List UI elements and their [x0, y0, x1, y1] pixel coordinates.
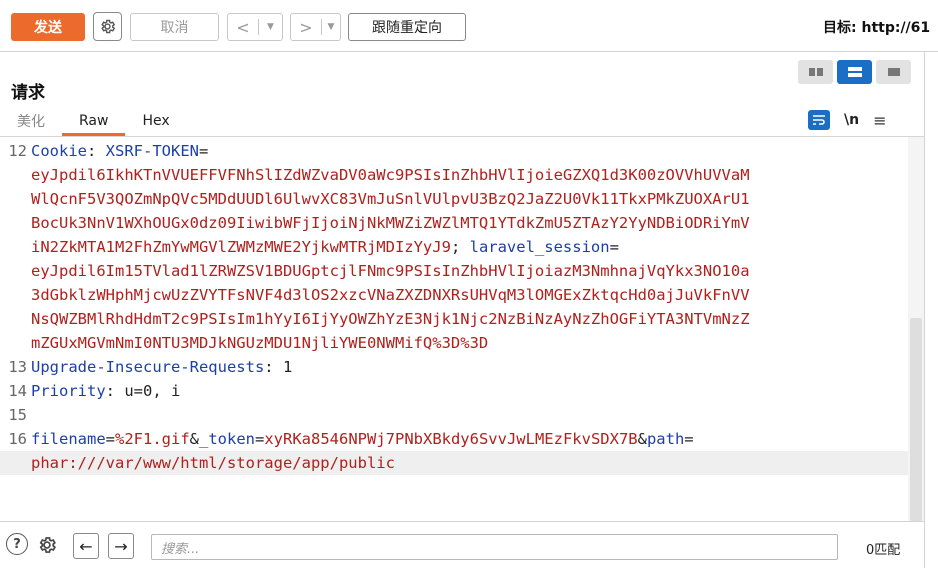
editor-text: = — [684, 430, 694, 448]
http-value: %2F1.gif — [115, 430, 190, 448]
editor-line: 14 Priority: u=0, i — [0, 379, 908, 403]
editor-text: = — [609, 238, 619, 256]
editor-line: 3dGbklzWHphMjcwUzZVYTFsNVF4d3lOS2xzcVNaZ… — [0, 283, 908, 307]
editor-line: iN2ZkMTA1M2FhZmYwMGVlZWMzMWE2YjkwMTRjMDI… — [0, 235, 908, 259]
http-key: _token — [199, 430, 255, 448]
editor-text: & — [637, 430, 647, 448]
http-key: XSRF-TOKEN — [105, 142, 199, 160]
layout-tabs-button[interactable] — [876, 60, 911, 84]
tab-raw[interactable]: Raw — [62, 108, 126, 136]
single-pane-icon — [887, 68, 900, 76]
help-button[interactable]: ? — [6, 533, 28, 555]
http-key: path — [646, 430, 685, 448]
layout-side-by-side-button[interactable] — [798, 60, 833, 84]
editor-line: mZGUxMGVmNmI0NTU3MDJkNGUzMDU1NjliYWE0NWM… — [0, 331, 908, 355]
editor-text: & — [189, 430, 199, 448]
editor-text: = — [199, 142, 209, 160]
gear-icon — [101, 19, 116, 34]
editor-line: NsQWZBMlRhdHdmT2c9PSIsIm1hYyI6IjYyOWZhYz… — [0, 307, 908, 331]
editor-line: BocUk3NnV1WXhOUGx0dz09IiwibWFjIjoiNjNkMW… — [0, 211, 908, 235]
editor-line: 12 Cookie: XSRF-TOKEN= — [0, 139, 908, 163]
editor-text: = — [255, 430, 265, 448]
http-value: eyJpdil6Im15TVlad1lZRWZSV1BDUGptcjlFNmc9… — [31, 262, 750, 280]
http-key: Cookie — [31, 142, 87, 160]
line-number: 16 — [8, 430, 27, 448]
line-number: 14 — [8, 382, 27, 400]
editor-line: WlQcnF5V3QOZmNpQVc5MDdUUDl6UlwvXC83VmJuS… — [0, 187, 908, 211]
word-wrap-toggle[interactable] — [808, 110, 830, 130]
layout-stacked-button[interactable] — [837, 60, 872, 84]
http-key: filename — [31, 430, 106, 448]
history-forward-button[interactable]: > — [291, 14, 321, 40]
history-back-group: < ▼ — [227, 13, 283, 41]
wrap-lines-icon — [813, 115, 825, 125]
http-key: Priority — [31, 382, 106, 400]
follow-redirect-button[interactable]: 跟随重定向 — [348, 13, 466, 41]
http-value: xyRKa8546NPWj7PNbXBkdy6SvvJwLMEzFkvSDX7B — [264, 430, 638, 448]
vertical-scrollbar-thumb[interactable] — [910, 318, 922, 521]
show-newlines-toggle[interactable]: \n — [844, 112, 859, 128]
http-value: iN2ZkMTA1M2FhZmYwMGVlZWMzMWE2YjkwMTRjMDI… — [31, 238, 451, 256]
editor-line: 16 filename=%2F1.gif&_token=xyRKa8546NPWj… — [0, 427, 908, 451]
editor-menu-button[interactable]: ≡ — [873, 111, 886, 130]
search-bar: ? ← → 搜索... 0匹配 — [0, 521, 924, 568]
line-number: 15 — [8, 406, 27, 424]
tab-pretty[interactable]: 美化 — [0, 108, 62, 134]
toolbar: 发送 取消 < ▼ > ▼ 跟随重定向 目标: http://61 — [0, 0, 938, 52]
history-back-dropdown[interactable]: ▼ — [259, 22, 282, 32]
search-input[interactable]: 搜索... — [151, 534, 838, 560]
editor-line: 15 — [0, 403, 908, 427]
target-label[interactable]: 目标: http://61 — [823, 17, 930, 37]
editor-line: phar:///var/www/html/storage/app/public — [0, 451, 908, 475]
layout-toggles — [798, 60, 911, 84]
match-count: 0匹配 — [866, 543, 901, 558]
send-button[interactable]: 发送 — [11, 13, 85, 41]
editor-text: : u=0, i — [105, 382, 181, 400]
tab-hex[interactable]: Hex — [125, 108, 186, 134]
editor-line: eyJpdil6IkhKTnVVUEFFVFNhSlIZdWZvaDV0aWc9… — [0, 163, 908, 187]
search-settings-button[interactable] — [33, 533, 61, 557]
rows-icon — [847, 67, 862, 77]
http-key: Upgrade-Insecure-Requests — [31, 358, 265, 376]
history-back-button[interactable]: < — [228, 14, 258, 40]
request-tabs: 美化 Raw Hex — [0, 108, 187, 136]
cancel-button[interactable]: 取消 — [130, 13, 219, 41]
line-number: 12 — [8, 142, 27, 160]
http-value: phar:///var/www/html/storage/app/public — [31, 454, 395, 472]
editor-line: 13 Upgrade-Insecure-Requests: 1 — [0, 355, 908, 379]
http-value: eyJpdil6IkhKTnVVUEFFVFNhSlIZdWZvaDV0aWc9… — [31, 166, 750, 184]
search-next-button[interactable]: → — [108, 533, 134, 559]
http-value: 3dGbklzWHphMjcwUzZVYTFsNVF4d3lOS2xzcVNaZ… — [31, 286, 750, 304]
settings-button[interactable] — [93, 12, 122, 41]
history-forward-dropdown[interactable]: ▼ — [322, 22, 340, 32]
editor-options: \n ≡ — [808, 110, 887, 130]
http-value: NsQWZBMlRhdHdmT2c9PSIsIm1hYyI6IjYyOWZhYz… — [31, 310, 750, 328]
history-forward-group: > ▼ — [290, 13, 341, 41]
line-number: 13 — [8, 358, 27, 376]
editor-line: eyJpdil6Im15TVlad1lZRWZSV1BDUGptcjlFNmc9… — [0, 259, 908, 283]
editor-text: = — [105, 430, 115, 448]
http-value: BocUk3NnV1WXhOUGx0dz09IiwibWFjIjoiNjNkMW… — [31, 214, 750, 232]
gear-icon — [39, 537, 57, 553]
http-value: WlQcnF5V3QOZmNpQVc5MDdUUDl6UlwvXC83VmJuS… — [31, 190, 750, 208]
http-value: mZGUxMGVmNmI0NTU3MDJkNGUzMDU1NjliYWE0NWM… — [31, 334, 489, 352]
editor-text: : 1 — [264, 358, 293, 376]
raw-request-editor[interactable]: 12 Cookie: XSRF-TOKEN= eyJpdil6IkhKTnVVUEF… — [0, 137, 924, 521]
columns-icon — [808, 68, 823, 76]
request-panel-title: 请求 — [11, 83, 45, 103]
editor-text: ; — [450, 238, 470, 256]
right-pane-edge — [924, 52, 938, 568]
editor-text: : — [87, 142, 106, 160]
search-previous-button[interactable]: ← — [73, 533, 99, 559]
http-key: laravel_session — [469, 238, 610, 256]
